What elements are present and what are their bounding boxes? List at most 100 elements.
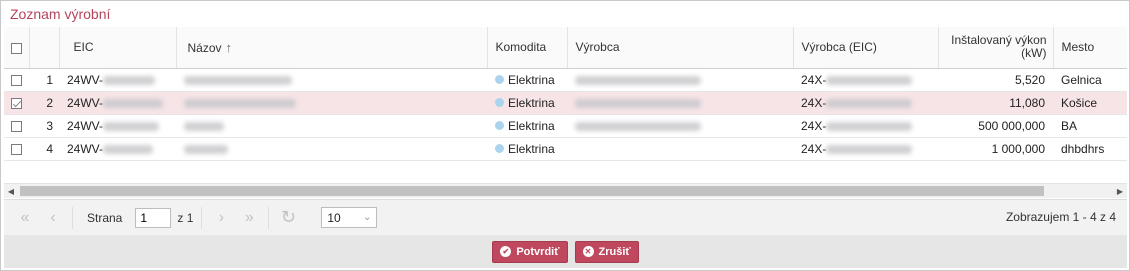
- row-mesto: BA: [1053, 114, 1127, 138]
- page-size-value: 10: [327, 210, 341, 225]
- check-icon: ✔: [500, 246, 512, 257]
- row-select-cell[interactable]: [4, 137, 29, 161]
- prev-page-icon[interactable]: ‹: [42, 209, 64, 227]
- row-select-cell[interactable]: [4, 114, 29, 138]
- row-komodita: Elektrina: [508, 95, 555, 110]
- redacted-text: [103, 75, 156, 85]
- row-vyrobca-eic-cell: 24X-: [793, 91, 938, 115]
- confirm-button[interactable]: ✔ Potvrdiť: [492, 240, 568, 263]
- row-komodita-cell: Elektrina: [487, 137, 567, 161]
- page-number-input[interactable]: [135, 207, 172, 228]
- column-header-vyrobca-label: Výrobca: [575, 40, 620, 55]
- row-komodita: Elektrina: [508, 72, 555, 87]
- row-mesto: dhbdhrs: [1053, 137, 1127, 161]
- row-nazov-cell: [176, 91, 487, 115]
- next-page-icon[interactable]: ›: [210, 209, 232, 227]
- scroll-right-icon[interactable]: ▶: [1113, 186, 1127, 197]
- column-header-komodita[interactable]: Komodita: [487, 27, 568, 69]
- redacted-text: [826, 144, 913, 154]
- dialog-footer: ✔ Potvrdiť ✕ Zrušiť: [4, 235, 1127, 268]
- pager-separator: [201, 206, 203, 229]
- row-vyrobca-eic: 24X-: [801, 141, 827, 156]
- page-label: Strana: [87, 210, 123, 225]
- redacted-text: [575, 75, 701, 85]
- row-vyrobca-eic: 24X-: [801, 118, 827, 133]
- row-checkbox[interactable]: [11, 97, 22, 109]
- select-all-header[interactable]: [4, 27, 30, 69]
- cancel-button[interactable]: ✕ Zrušiť: [574, 240, 639, 263]
- row-eic: 24WV-: [67, 95, 104, 110]
- column-header-mesto-label: Mesto: [1061, 40, 1095, 55]
- column-header-vyrobca[interactable]: Výrobca: [567, 27, 794, 69]
- table-row[interactable]: 1 24WV- Elektrina 24X- 5,520 Gelnica: [4, 68, 1127, 92]
- redacted-text: [575, 121, 701, 131]
- row-mesto: Košice: [1053, 91, 1127, 115]
- column-header-nazov[interactable]: Názov ↑: [176, 27, 488, 69]
- pager-separator: [72, 206, 73, 229]
- row-vyrobca-eic: 24X-: [801, 72, 827, 87]
- table-row[interactable]: 3 24WV- Elektrina 24X- 500 000,000 BA: [4, 114, 1127, 138]
- redacted-text: [103, 121, 160, 131]
- scroll-left-icon[interactable]: ◀: [4, 186, 18, 197]
- column-header-vykon-line2: (kW): [1021, 46, 1047, 61]
- row-eic-cell: 24WV-: [59, 68, 176, 92]
- column-header-mesto[interactable]: Mesto: [1053, 27, 1127, 69]
- row-vyrobca-cell: [567, 114, 793, 138]
- select-all-checkbox[interactable]: [10, 42, 22, 54]
- komodita-dot-icon: [495, 143, 504, 153]
- first-page-icon[interactable]: «: [14, 209, 36, 227]
- row-eic-cell: 24WV-: [59, 91, 176, 115]
- row-komodita: Elektrina: [508, 141, 555, 156]
- row-vyrobca-cell: [567, 68, 793, 92]
- column-header-vyrobca-eic[interactable]: Výrobca (EIC): [793, 27, 939, 69]
- column-header-nazov-label: Názov: [187, 40, 222, 55]
- row-eic-cell: 24WV-: [59, 137, 176, 161]
- pagination-bar: « ‹ Strana z 1 › » ↻ 10 ⌄ Zobrazujem 1 -…: [4, 199, 1127, 235]
- row-eic: 24WV-: [67, 118, 104, 133]
- page-size-select[interactable]: 10 ⌄: [321, 207, 378, 228]
- table-row[interactable]: 4 24WV- Elektrina 24X- 1 000,000 dhbdhrs: [4, 137, 1127, 161]
- row-number: 2: [29, 91, 59, 115]
- redacted-text: [826, 121, 913, 131]
- page-count-label: z 1: [177, 210, 194, 225]
- row-komodita-cell: Elektrina: [487, 68, 567, 92]
- komodita-dot-icon: [495, 120, 504, 130]
- column-header-komodita-label: Komodita: [495, 40, 547, 55]
- row-vyrobca-eic-cell: 24X-: [793, 68, 938, 92]
- redacted-text: [826, 98, 913, 108]
- scrollbar-thumb[interactable]: [20, 186, 1044, 196]
- row-komodita-cell: Elektrina: [487, 114, 567, 138]
- row-nazov-cell: [176, 137, 487, 161]
- row-select-cell[interactable]: [4, 91, 29, 115]
- column-header-eic[interactable]: EIC: [59, 27, 177, 69]
- row-vyrobca-cell: [567, 137, 793, 161]
- table-row[interactable]: 2 24WV- Elektrina 24X- 11,080 Košice: [4, 91, 1127, 115]
- sort-ascending-icon: ↑: [225, 39, 233, 55]
- row-number: 1: [29, 68, 59, 92]
- row-number: 3: [29, 114, 59, 138]
- producer-list-window: Zoznam výrobní EIC Názov ↑ Komodita Výrob…: [0, 0, 1130, 271]
- row-vyrobca-eic-cell: 24X-: [793, 137, 938, 161]
- row-vykon: 500 000,000: [938, 114, 1053, 138]
- row-komodita-cell: Elektrina: [487, 91, 567, 115]
- title-bar: Zoznam výrobní: [1, 1, 1129, 27]
- redacted-text: [826, 75, 913, 85]
- cancel-button-label: Zrušiť: [598, 245, 631, 258]
- refresh-icon[interactable]: ↻: [277, 207, 299, 228]
- redacted-text: [184, 98, 296, 108]
- redacted-text: [184, 121, 224, 131]
- last-page-icon[interactable]: »: [238, 209, 260, 227]
- row-checkbox[interactable]: [11, 74, 22, 86]
- close-icon: ✕: [582, 246, 594, 257]
- redacted-text: [184, 75, 292, 85]
- paging-info: Zobrazujem 1 - 4 z 4: [1005, 210, 1116, 224]
- row-vykon: 1 000,000: [938, 137, 1053, 161]
- redacted-text: [103, 98, 164, 108]
- row-eic: 24WV-: [67, 72, 104, 87]
- row-select-cell[interactable]: [4, 68, 29, 92]
- horizontal-scrollbar[interactable]: ◀ ▶: [4, 183, 1127, 198]
- table-body: 1 24WV- Elektrina 24X- 5,520 Gelnica 2 2…: [4, 68, 1127, 161]
- row-checkbox[interactable]: [11, 120, 22, 132]
- row-checkbox[interactable]: [11, 143, 22, 155]
- column-header-vykon[interactable]: Inštalovaný výkon (kW): [938, 27, 1054, 69]
